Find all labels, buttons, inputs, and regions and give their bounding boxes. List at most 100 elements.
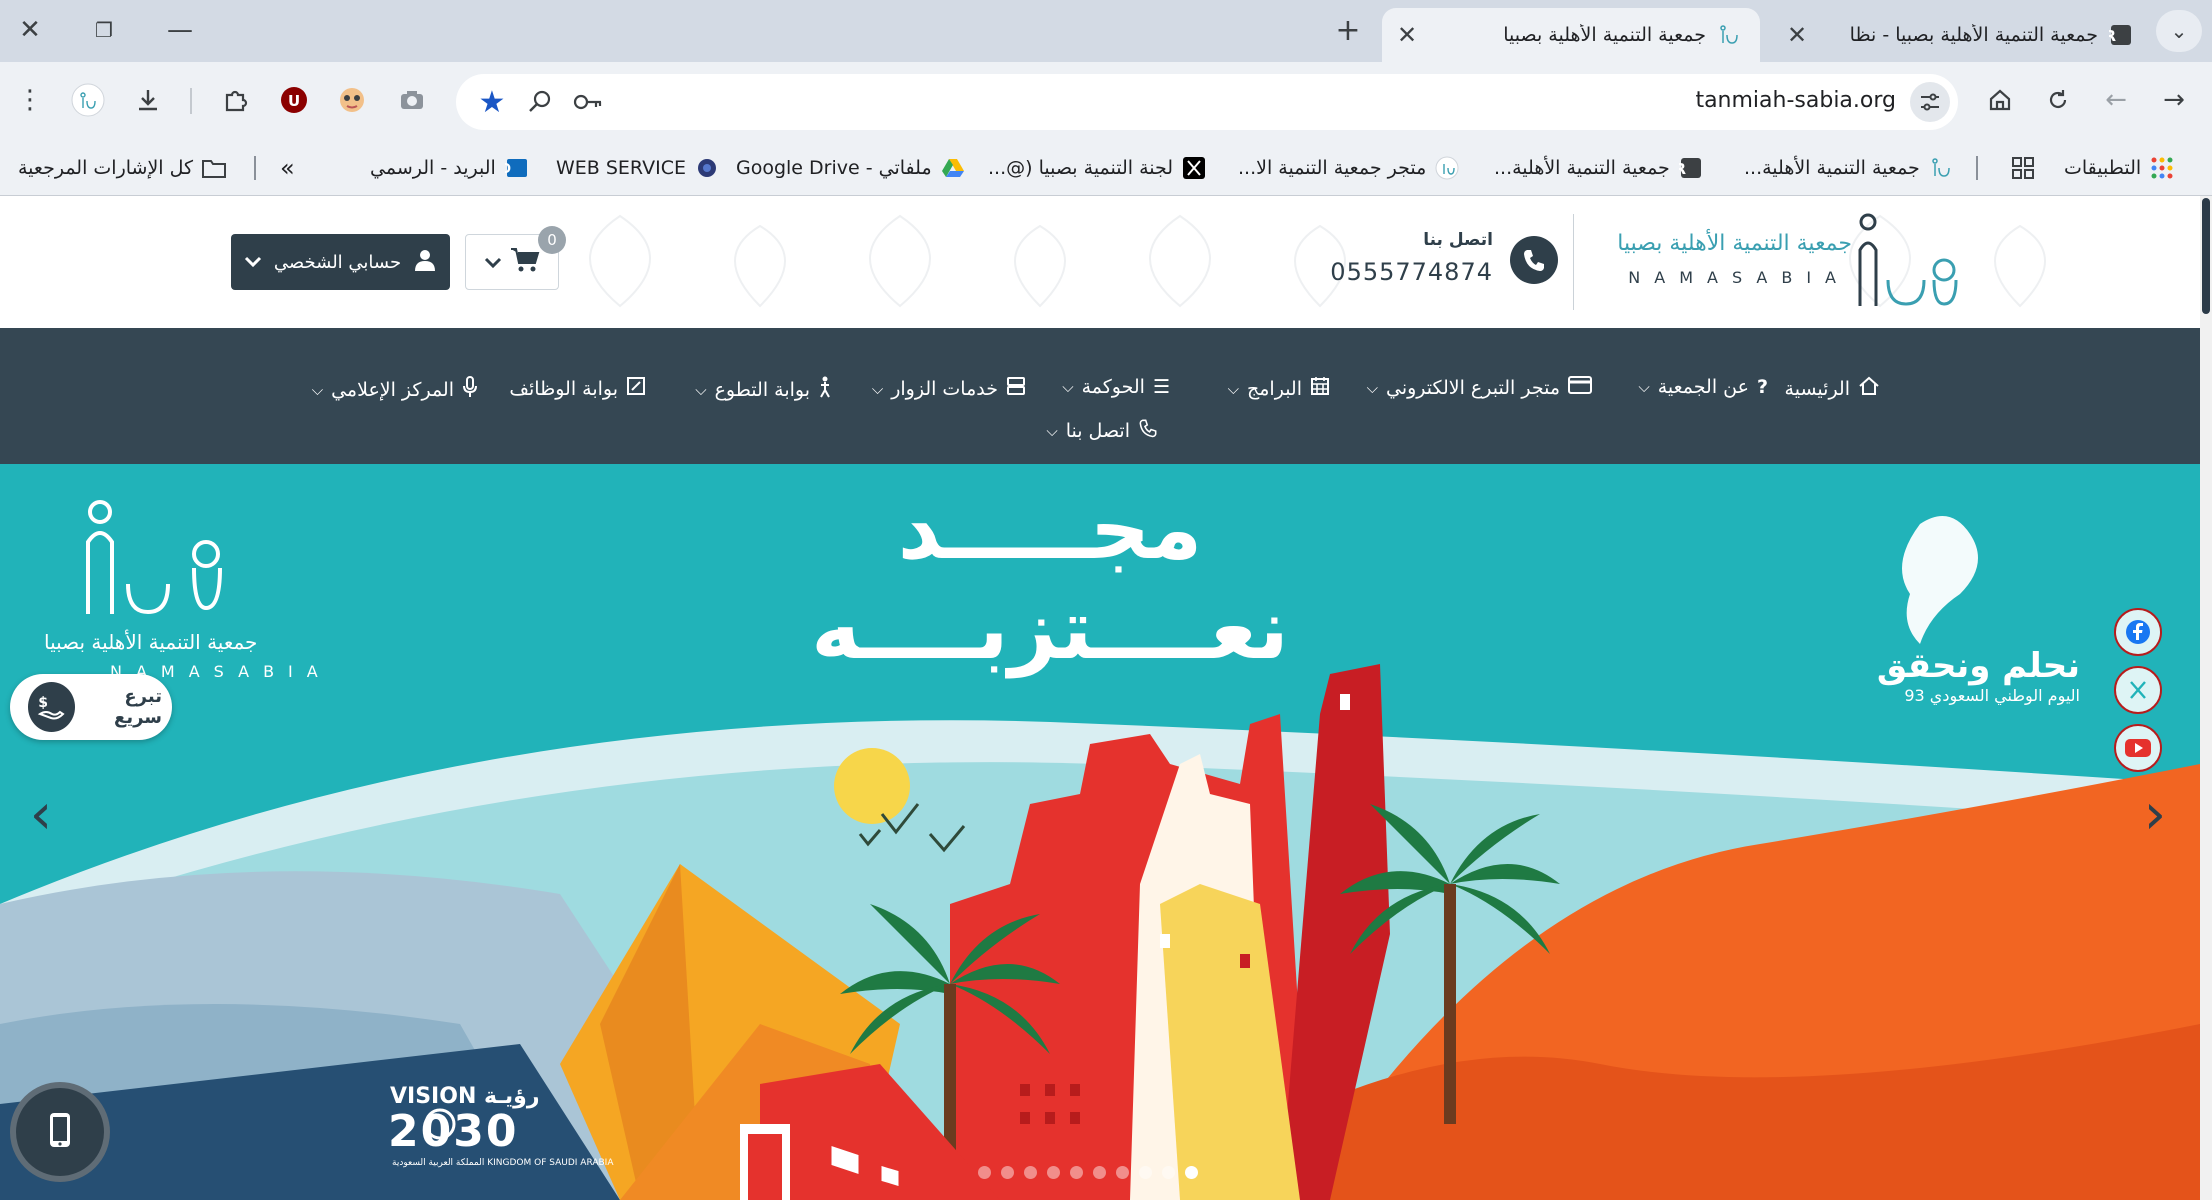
contact-phone[interactable]: 0555774874: [1330, 258, 1493, 286]
slider-dot[interactable]: [1139, 1166, 1152, 1179]
hero-slogan: نحلم ونحقق: [1876, 646, 2080, 686]
quick-donate-button[interactable]: تبرع سريع $: [10, 674, 172, 740]
forward-icon[interactable]: →: [2152, 78, 2196, 122]
chevron-down-icon: [484, 250, 502, 274]
nav-item-about[interactable]: ? عن الجمعية ⌵: [1638, 376, 1768, 398]
bookmark-association-r[interactable]: R جمعية التنمية الأهلية...: [1494, 150, 1704, 186]
header-divider: [1573, 214, 1574, 310]
person-icon: [818, 376, 832, 403]
server-icon: [1006, 376, 1026, 401]
menu-icon[interactable]: ⋮: [8, 78, 52, 122]
password-key-icon[interactable]: [566, 80, 610, 124]
phone-icon: [1138, 418, 1158, 443]
nav-item-volunteer[interactable]: بوابة التطوع ⌵: [695, 376, 832, 403]
bookmark-association[interactable]: جمعية التنمية الأهلية...: [1744, 150, 1954, 186]
tab-close-icon[interactable]: ✕: [1782, 20, 1812, 50]
tab-search-icon[interactable]: ⌄: [2156, 10, 2202, 52]
close-window-icon[interactable]: ✕: [8, 8, 52, 52]
hero-logo-text-ar: جمعية التنمية الأهلية بصبيا: [44, 630, 258, 654]
nav-item-jobs[interactable]: بوابة الوظائف: [509, 376, 646, 401]
r-logo-icon: R: [1678, 155, 1704, 181]
tab-active[interactable]: جمعية التنمية الأهلية بصبيا ✕: [1382, 8, 1760, 62]
logo-text-ar: جمعية التنمية الأهلية بصبيا: [1617, 231, 1852, 256]
hero-slider[interactable]: مجـــــد نعــــتزبــــه نحلم ونحقق اليوم…: [0, 464, 2200, 1200]
scrollbar-thumb[interactable]: [2202, 198, 2210, 314]
account-label: حسابي الشخصي: [273, 251, 402, 273]
slider-dot[interactable]: [1093, 1166, 1106, 1179]
account-button[interactable]: حسابي الشخصي: [231, 234, 450, 290]
x-twitter-icon[interactable]: [2114, 666, 2162, 714]
bookmark-apps[interactable]: التطبيقات: [2064, 150, 2175, 186]
tab-close-icon[interactable]: ✕: [1392, 20, 1422, 50]
microphone-icon: [462, 376, 478, 403]
slider-next-arrow[interactable]: ›: [2132, 782, 2178, 847]
chevron-down-icon: ⌵: [1046, 421, 1058, 440]
nav-item-label: بوابة التطوع: [714, 378, 810, 401]
tab-inactive[interactable]: R جمعية التنمية الأهلية بصبيا - نظا ✕: [1772, 8, 2152, 62]
tab-title: جمعية التنمية الأهلية بصبيا - نظا: [1849, 24, 2098, 46]
bookmark-web-service[interactable]: WEB SERVICE: [556, 150, 720, 186]
bookmark-label: جمعية التنمية الأهلية...: [1494, 157, 1670, 179]
nav-item-media-center[interactable]: المركز الإعلامي ⌵: [312, 376, 478, 403]
slider-dot[interactable]: [1162, 1166, 1175, 1179]
site-info-icon[interactable]: [1910, 82, 1950, 122]
bookmark-official-mail[interactable]: O البريد - الرسمي: [370, 150, 530, 186]
vision-sub: المملكة العربية السعودية KINGDOM OF SAUD…: [392, 1158, 614, 1168]
youtube-icon[interactable]: [2114, 724, 2162, 772]
bookmark-google-drive[interactable]: ملفاتي - Google Drive: [736, 150, 966, 186]
restore-window-icon[interactable]: ❐: [82, 8, 126, 52]
svg-text:R: R: [2109, 27, 2116, 45]
download-icon[interactable]: [126, 78, 170, 122]
extension-face-icon[interactable]: [330, 78, 374, 122]
reload-icon[interactable]: [2036, 78, 2080, 122]
back-icon[interactable]: ←: [2094, 78, 2138, 122]
apps-grid-icon: [2149, 155, 2175, 181]
slider-dot[interactable]: [1070, 1166, 1083, 1179]
slider-dots: [978, 1166, 1198, 1179]
minimize-window-icon[interactable]: —: [158, 8, 202, 52]
nav-item-governance[interactable]: ☰ الحوكمة ⌵: [1062, 376, 1170, 398]
nav-item-home[interactable]: الرئيسية: [1785, 376, 1880, 401]
profile-avatar-icon[interactable]: [66, 78, 110, 122]
svg-text:U: U: [288, 92, 300, 110]
globe-icon: [694, 155, 720, 181]
slider-dot[interactable]: [1024, 1166, 1037, 1179]
web-page: جمعية التنمية الأهلية بصبيا NAMASABIA ات…: [0, 196, 2200, 1200]
mobile-phone-icon: [47, 1111, 73, 1153]
bookmark-tab-groups-icon[interactable]: [2010, 150, 2036, 186]
bookmark-label: لجنة التنمية بصبيا (@...: [988, 157, 1174, 179]
slider-dot[interactable]: [978, 1166, 991, 1179]
screenshot-icon[interactable]: [390, 78, 434, 122]
tab-title: جمعية التنمية الأهلية بصبيا: [1503, 24, 1706, 46]
phone-icon[interactable]: [1510, 236, 1558, 284]
nav-item-donation-store[interactable]: متجر التبرع الالكتروني ⌵: [1367, 376, 1592, 399]
slider-prev-arrow[interactable]: ‹: [18, 782, 64, 847]
bookmark-star-icon[interactable]: ★: [470, 80, 514, 124]
home-icon[interactable]: [1978, 78, 2022, 122]
slider-dot[interactable]: [1047, 1166, 1060, 1179]
nav-item-visitor-services[interactable]: خدمات الزوار ⌵: [872, 376, 1026, 401]
bookmarks-overflow-icon[interactable]: »: [280, 150, 295, 186]
new-tab-icon[interactable]: +: [1326, 8, 1370, 52]
ublock-icon[interactable]: U: [272, 78, 316, 122]
chevron-down-icon: ⌵: [311, 380, 324, 399]
bookmark-all-bookmarks[interactable]: كل الإشارات المرجعية: [18, 150, 227, 186]
mobile-app-button[interactable]: [10, 1082, 110, 1182]
bookmark-store[interactable]: متجر جمعية التنمية الا...: [1238, 150, 1460, 186]
google-drive-icon: [940, 155, 966, 181]
facebook-icon[interactable]: [2114, 608, 2162, 656]
zoom-icon[interactable]: [518, 80, 562, 124]
nav-item-programs[interactable]: البرامج ⌵: [1228, 376, 1330, 401]
site-logo-icon[interactable]: [1852, 210, 1962, 306]
extensions-icon[interactable]: [214, 78, 258, 122]
main-nav: الرئيسية ? عن الجمعية ⌵ متجر التبرع الال…: [0, 328, 2200, 464]
address-bar[interactable]: ★ tanmiah-sabia.org: [456, 74, 1958, 130]
slider-dot[interactable]: [1116, 1166, 1129, 1179]
slider-dot[interactable]: [1001, 1166, 1014, 1179]
chevron-down-icon: [244, 252, 262, 273]
nav-item-contact[interactable]: اتصل بنا ⌵: [1046, 418, 1158, 443]
slider-dot-active[interactable]: [1185, 1166, 1198, 1179]
bookmark-x-account[interactable]: لجنة التنمية بصبيا (@...: [988, 150, 1207, 186]
outlook-icon: O: [504, 155, 530, 181]
page-scrollbar[interactable]: [2200, 196, 2212, 1200]
